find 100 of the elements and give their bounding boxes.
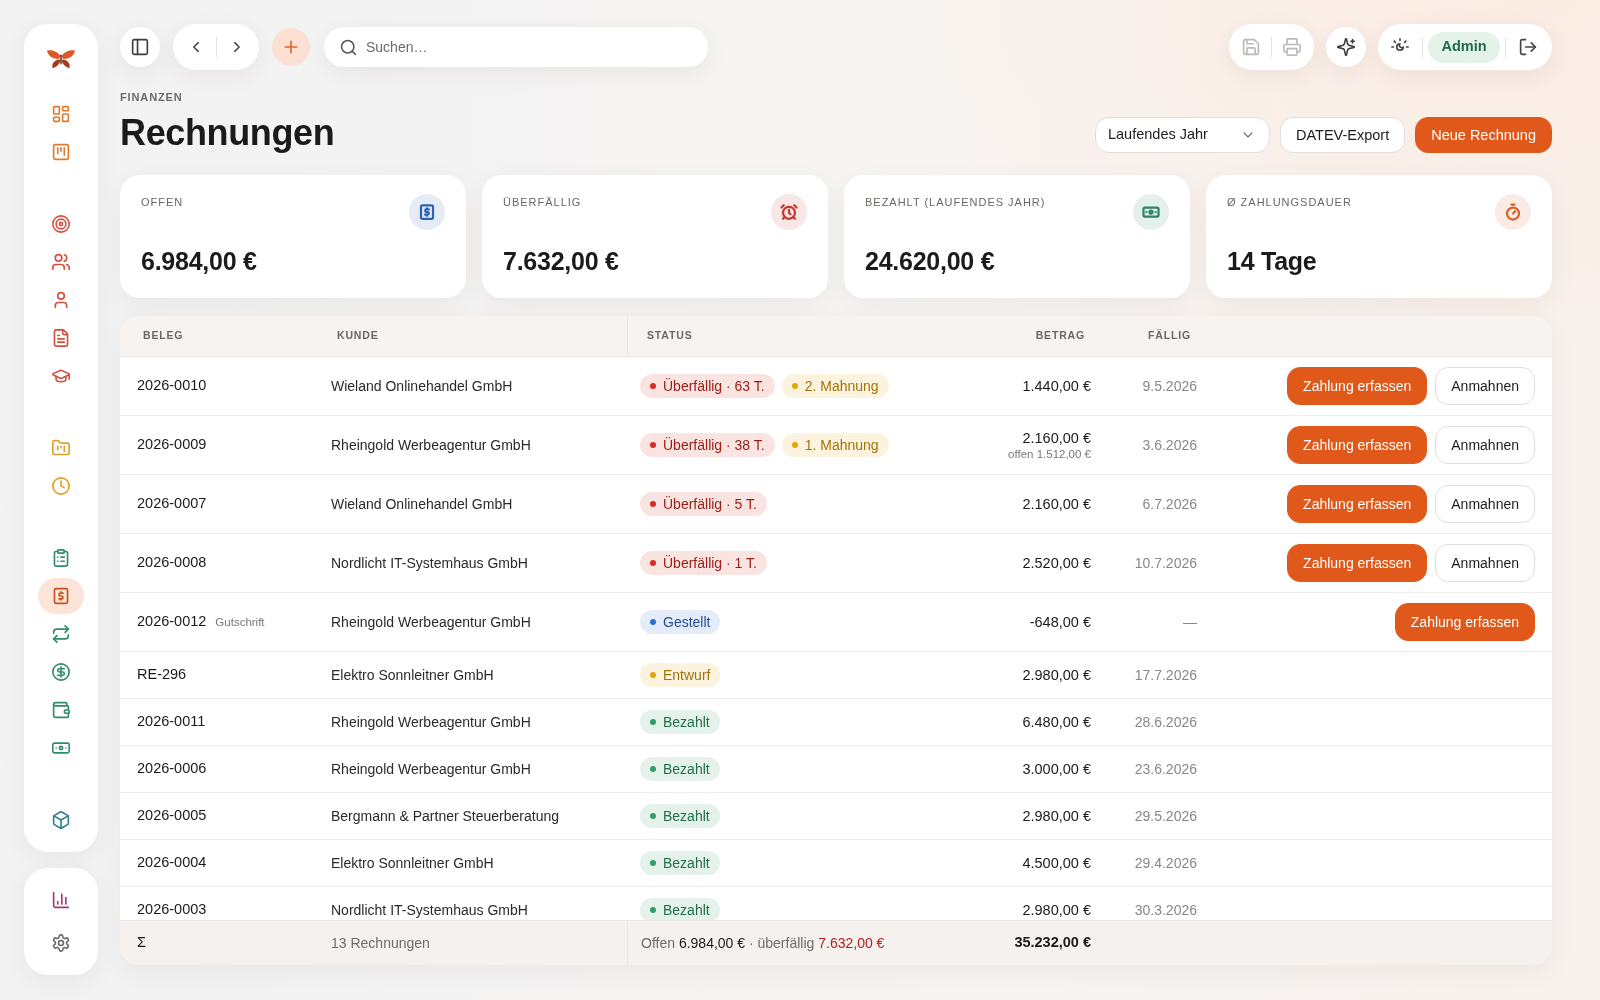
banknote-icon	[1133, 194, 1169, 230]
action-button[interactable]: Anmahnen	[1435, 544, 1535, 582]
stopwatch-icon	[1495, 194, 1531, 230]
printer-icon	[1283, 38, 1301, 56]
amount-text: 2.980,00 €	[1022, 807, 1091, 825]
amount-text: 3.000,00 €	[1022, 760, 1091, 778]
due-date: 29.5.2026	[1134, 808, 1197, 824]
amount-text: 2.160,00 €	[1022, 429, 1091, 447]
status-label: Gestellt	[663, 612, 711, 632]
action-button[interactable]: Zahlung erfassen	[1287, 485, 1428, 523]
stat-label: OFFEN	[141, 195, 184, 209]
invoice-number: 2026-0009	[137, 435, 207, 455]
amount-text: 2.160,00 €	[1022, 495, 1091, 513]
action-button[interactable]: Zahlung erfassen	[1287, 544, 1428, 582]
invoice-number: 2026-0007	[137, 494, 207, 514]
stat-value: 14 Tage	[1227, 246, 1317, 276]
amount-text: 2.980,00 €	[1022, 901, 1091, 919]
column-header: STATUS	[647, 328, 693, 344]
status-label: 2. Mahnung	[804, 376, 879, 396]
customer-name: Rheingold Werbeagentur GmbH	[331, 714, 531, 730]
action-button[interactable]: Anmahnen	[1435, 426, 1535, 464]
open-amount-text: offen 1.512,00 €	[1008, 447, 1091, 461]
status-label: Bezahlt	[663, 806, 710, 826]
stat-value: 24.620,00 €	[865, 246, 995, 276]
sidebar-item[interactable]	[38, 578, 84, 614]
invoice-number: 2026-0012	[137, 612, 207, 632]
invoice-number: 2026-0004	[137, 853, 207, 873]
invoice-number: 2026-0008	[137, 553, 207, 573]
amount-text: -648,00 €	[1029, 613, 1091, 631]
customer-name: Nordlicht IT-Systemhaus GmbH	[331, 902, 528, 918]
customer-name: Rheingold Werbeagentur GmbH	[331, 437, 531, 453]
user-chip[interactable]: Admin	[1428, 31, 1500, 63]
action-button[interactable]: DATEV-Export	[1280, 117, 1406, 153]
page-title: Rechnungen	[120, 113, 335, 153]
add-button[interactable]	[272, 28, 310, 66]
logout-icon	[1519, 38, 1537, 56]
status-label: Bezahlt	[663, 900, 710, 920]
invoice-number: 2026-0006	[137, 759, 207, 779]
due-date: 23.6.2026	[1134, 761, 1197, 777]
status-label: Entwurf	[663, 665, 711, 685]
credit-note-label: Gutschrift	[215, 615, 265, 631]
customer-name: Elektro Sonnleitner GmbH	[331, 855, 494, 871]
customer-name: Nordlicht IT-Systemhaus GmbH	[331, 555, 528, 571]
due-date: 29.4.2026	[1134, 855, 1197, 871]
plus-icon	[282, 38, 300, 56]
stat-value: 7.632,00 €	[503, 246, 619, 276]
due-date: 6.7.2026	[1142, 496, 1197, 512]
amount-text: 6.480,00 €	[1022, 713, 1091, 731]
search-icon	[340, 38, 357, 56]
column-header: KUNDE	[337, 328, 379, 344]
customer-name: Rheingold Werbeagentur GmbH	[331, 614, 531, 630]
customer-name: Rheingold Werbeagentur GmbH	[331, 761, 531, 777]
total-amount: 35.232,00 €	[1014, 933, 1091, 953]
amount-text: 1.440,00 €	[1022, 377, 1091, 395]
amount-text: 4.500,00 €	[1022, 854, 1091, 872]
butterfly-logo-icon[interactable]	[46, 49, 76, 69]
due-date: 30.3.2026	[1134, 902, 1197, 918]
stat-label: BEZAHLT (LAUFENDES JAHR)	[865, 195, 1046, 209]
stat-label: Ø ZAHLUNGSDAUER	[1227, 195, 1352, 209]
action-button[interactable]: Neue Rechnung	[1415, 117, 1552, 153]
status-label: 1. Mahnung	[804, 435, 879, 455]
invoice-number: RE-296	[137, 665, 187, 685]
invoice-number: 2026-0005	[137, 806, 207, 826]
action-button[interactable]: Zahlung erfassen	[1287, 426, 1428, 464]
invoice-count: 13 Rechnungen	[331, 933, 430, 953]
stat-value: 6.984,00 €	[141, 246, 257, 276]
status-label: Überfällig · 5 T.	[663, 494, 757, 514]
customer-name: Elektro Sonnleitner GmbH	[331, 667, 494, 683]
action-button[interactable]: Anmahnen	[1435, 485, 1535, 523]
save-icon	[1242, 38, 1260, 56]
period-select[interactable]: Laufendes Jahr	[1095, 117, 1270, 153]
column-header: BETRAG	[1035, 328, 1085, 344]
sidebar-toggle-button[interactable]	[120, 27, 160, 67]
due-date: 28.6.2026	[1134, 714, 1197, 730]
customer-name: Wieland Onlinehandel GmbH	[331, 496, 513, 512]
action-button[interactable]: Zahlung erfassen	[1287, 367, 1428, 405]
action-button[interactable]: Anmahnen	[1435, 367, 1535, 405]
breadcrumb: FINANZEN	[120, 90, 183, 104]
amount-text: 2.980,00 €	[1022, 666, 1091, 684]
column-header: BELEG	[143, 328, 184, 344]
due-date: 3.6.2026	[1142, 437, 1197, 453]
invoice-number: 2026-0010	[137, 376, 207, 396]
dollar-document-icon	[409, 194, 445, 230]
status-label: Überfällig · 1 T.	[663, 553, 757, 573]
status-label: Überfällig · 63 T.	[663, 376, 765, 396]
action-button[interactable]: Zahlung erfassen	[1394, 603, 1535, 641]
status-label: Bezahlt	[663, 759, 710, 779]
assistant-button[interactable]	[1326, 27, 1366, 67]
customer-name: Bergmann & Partner Steuerberatung	[331, 808, 560, 824]
sidebar-panel-icon	[131, 38, 149, 56]
customer-name: Wieland Onlinehandel GmbH	[331, 378, 513, 394]
due-date: —	[1183, 614, 1197, 630]
search-field[interactable]: Suchen…	[324, 27, 708, 67]
totals-summary: Offen 6.984,00 € · überfällig 7.632,00 €	[641, 933, 885, 953]
amount-text: 2.520,00 €	[1022, 554, 1091, 572]
status-label: Überfällig · 38 T.	[663, 435, 765, 455]
stat-label: ÜBERFÄLLIG	[503, 195, 582, 209]
due-date: 9.5.2026	[1142, 378, 1197, 394]
status-label: Bezahlt	[663, 712, 710, 732]
due-date: 10.7.2026	[1134, 555, 1197, 571]
